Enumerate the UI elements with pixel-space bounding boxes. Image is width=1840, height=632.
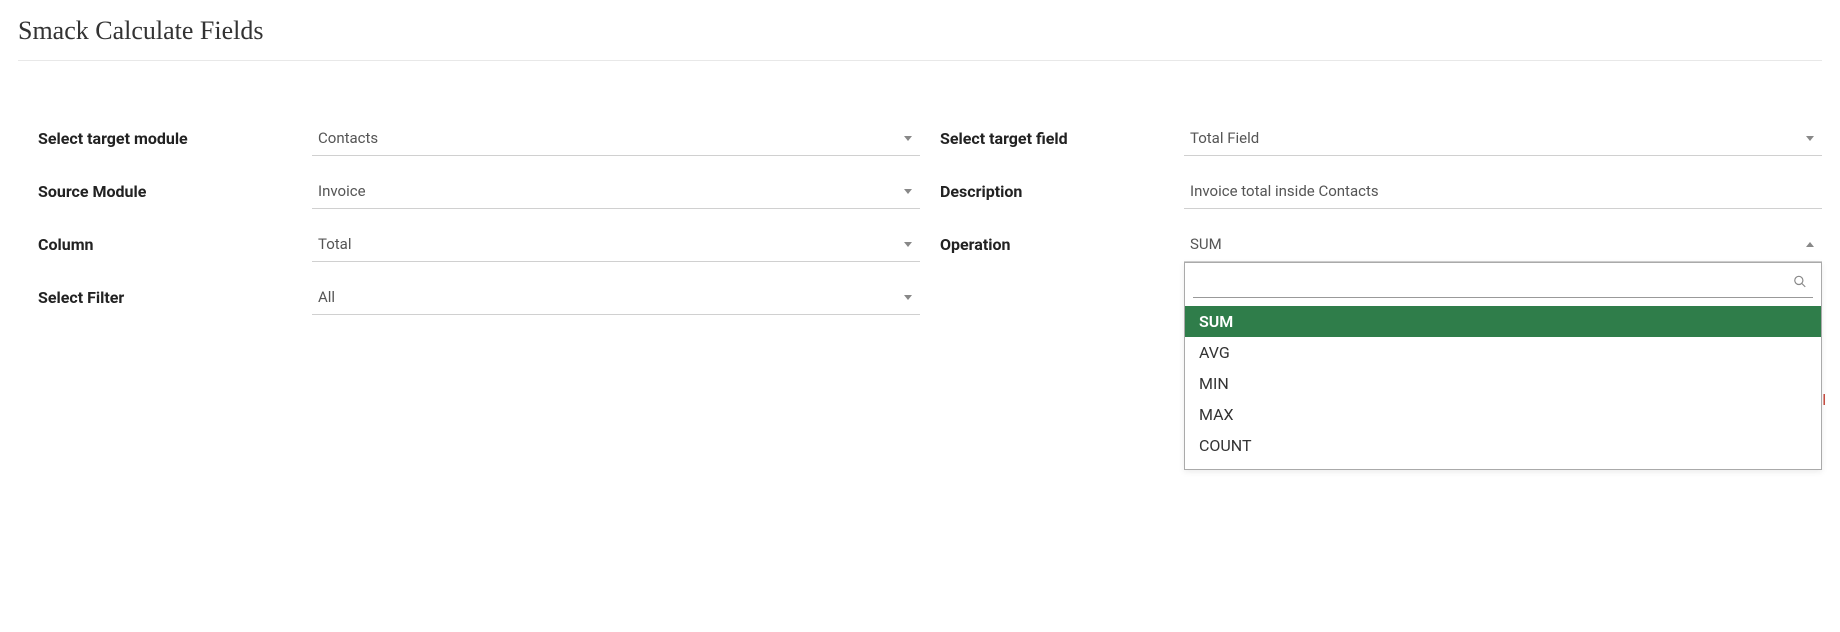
select-target-field[interactable]: Total Field [1184, 121, 1822, 156]
label-description: Description [940, 182, 1170, 201]
dropdown-search-wrap [1185, 263, 1821, 302]
select-operation[interactable]: SUM [1184, 227, 1822, 262]
input-description[interactable] [1184, 174, 1822, 209]
select-source-module[interactable]: Invoice [312, 174, 920, 209]
right-column: Select target field Total Field Descript… [940, 121, 1822, 315]
operation-option[interactable]: MAX [1185, 399, 1821, 430]
operation-option[interactable]: COUNT [1185, 430, 1821, 461]
label-filter: Select Filter [38, 288, 298, 307]
select-column[interactable]: Total [312, 227, 920, 262]
operation-option[interactable]: SUM [1185, 306, 1821, 337]
select-filter[interactable]: All [312, 280, 920, 315]
page-title: Smack Calculate Fields [18, 16, 1822, 61]
form-area: Select target module Contacts Source Mod… [18, 121, 1822, 315]
label-target-module: Select target module [38, 129, 298, 148]
label-source-module: Source Module [38, 182, 298, 201]
dropdown-list: SUMAVGMINMAXCOUNT [1185, 302, 1821, 469]
operation-option[interactable]: MIN [1185, 368, 1821, 399]
row-target-field: Select target field Total Field [940, 121, 1822, 156]
search-icon [1793, 274, 1807, 288]
row-description: Description [940, 174, 1822, 209]
label-operation: Operation [940, 235, 1170, 254]
row-column: Column Total [38, 227, 920, 262]
row-source-module: Source Module Invoice [38, 174, 920, 209]
dropdown-search-input[interactable] [1193, 269, 1813, 298]
row-operation: Operation SUM SUMAVGMINMAXCOUNT [940, 227, 1822, 262]
operation-dropdown: SUMAVGMINMAXCOUNT [1184, 262, 1822, 470]
row-target-module: Select target module Contacts [38, 121, 920, 156]
row-filter: Select Filter All [38, 280, 920, 315]
left-column: Select target module Contacts Source Mod… [38, 121, 920, 315]
operation-option[interactable]: AVG [1185, 337, 1821, 368]
label-column: Column [38, 235, 298, 254]
label-target-field: Select target field [940, 129, 1170, 148]
select-target-module[interactable]: Contacts [312, 121, 920, 156]
